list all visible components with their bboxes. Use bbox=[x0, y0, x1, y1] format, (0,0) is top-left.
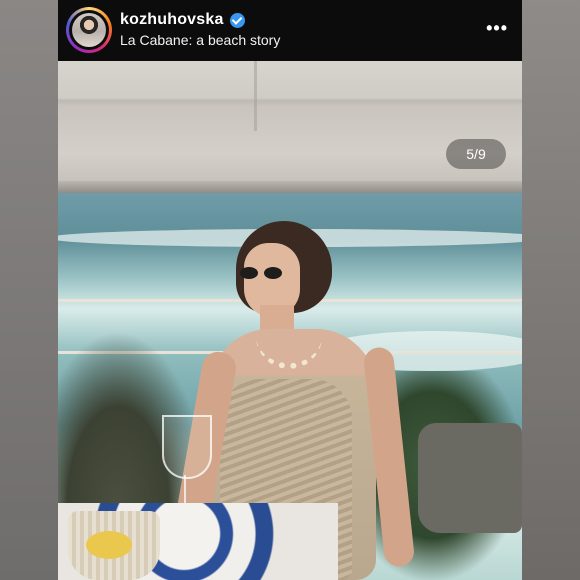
verified-badge-icon bbox=[229, 12, 245, 28]
instagram-post: kozhuhovska La Cabane: a beach story ••• bbox=[58, 0, 522, 580]
post-header: kozhuhovska La Cabane: a beach story ••• bbox=[58, 0, 522, 61]
more-options-icon[interactable]: ••• bbox=[486, 18, 508, 39]
blurred-background-left bbox=[0, 0, 58, 580]
sunglasses-lens-right bbox=[264, 267, 282, 279]
username-row: kozhuhovska bbox=[120, 11, 245, 29]
avatar-ring-inner bbox=[69, 10, 109, 50]
carousel-counter: 5/9 bbox=[446, 139, 506, 169]
awning-seam bbox=[254, 61, 257, 131]
awning-edge bbox=[58, 181, 522, 193]
lemon bbox=[86, 531, 132, 559]
avatar[interactable] bbox=[66, 7, 112, 53]
blurred-background-right bbox=[522, 0, 580, 580]
wine-glass-bowl bbox=[162, 415, 212, 479]
sunglasses-lens-left bbox=[240, 267, 258, 279]
location-link[interactable]: La Cabane: a beach story bbox=[120, 32, 280, 48]
username-link[interactable]: kozhuhovska bbox=[120, 11, 224, 29]
post-photo[interactable]: 5/9 bbox=[58, 61, 522, 580]
sunglasses bbox=[234, 267, 290, 281]
awning bbox=[58, 61, 522, 193]
rock bbox=[418, 423, 522, 533]
avatar-image bbox=[72, 13, 106, 47]
